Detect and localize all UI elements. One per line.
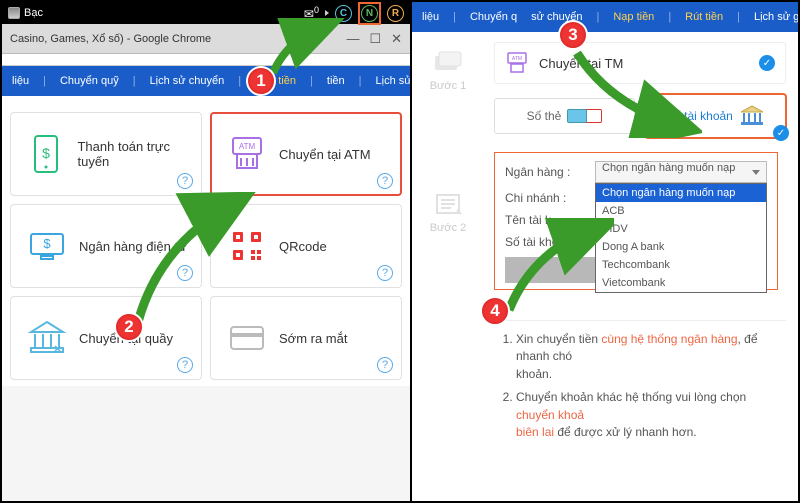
help-icon[interactable]: ?: [377, 265, 393, 281]
chrome-tab-title: Casino, Games, Xổ số) - Google Chrome: [10, 33, 211, 45]
dropdown-option[interactable]: BIDV: [596, 220, 766, 238]
bank-select-value: Chọn ngân hàng muốn nạp: [602, 162, 735, 174]
arrow-3: [572, 48, 702, 138]
annotation-2: 2: [114, 312, 144, 342]
help-icon[interactable]: ?: [177, 357, 193, 373]
label-branch: Chi nhánh :: [505, 191, 595, 205]
dropdown-option[interactable]: Vietcombank: [596, 274, 766, 292]
highlight-n: N: [358, 2, 381, 25]
card-atm-transfer[interactable]: ATM Chuyển tại ATM ?: [210, 112, 402, 196]
nav-item[interactable]: Lịch sử giao dịch: [376, 75, 410, 87]
opt-label: Số thẻ: [527, 109, 562, 123]
arrow-1: [268, 18, 348, 78]
atm-mini-icon: ATM: [505, 51, 529, 75]
check-icon: ✓: [773, 125, 789, 141]
step-1: Bước 1: [412, 32, 484, 106]
card-title: Sớm ra mắt: [279, 331, 347, 346]
annotation-1: 1: [246, 66, 276, 96]
nav-item[interactable]: Chuyển quỹ: [60, 75, 119, 87]
chrome-tab-bar: Casino, Games, Xổ số) - Google Chrome — …: [2, 24, 410, 54]
bank-dropdown: Chọn ngân hàng muốn nạp ACB BIDV Dong A …: [595, 183, 767, 293]
note-item: Chuyển khoản khác hệ thống vui lòng chọn…: [516, 389, 778, 441]
header-bar: Bạc ✉0 C N R: [2, 2, 410, 24]
max-button[interactable]: ☐: [369, 31, 381, 47]
bank-icon: [25, 316, 69, 360]
card-title: Thanh toán trực tuyến: [77, 139, 201, 169]
dropdown-option[interactable]: ACB: [596, 202, 766, 220]
nav-item[interactable]: Lịch sử gi: [754, 11, 798, 23]
bank-select[interactable]: Chọn ngân hàng muốn nạp: [595, 161, 767, 183]
dropdown-option[interactable]: Dong A bank: [596, 238, 766, 256]
annotation-4: 4: [480, 296, 510, 326]
card-title: QRcode: [279, 239, 327, 254]
atm-icon: ATM: [225, 132, 269, 176]
tier-icon: [8, 7, 20, 19]
dropdown-icon: [752, 170, 760, 175]
step-label: Bước 1: [430, 80, 467, 92]
note-item: Xin chuyển tiền cùng hệ thống ngân hàng,…: [516, 331, 778, 383]
nav-item[interactable]: Rút tiền: [685, 11, 723, 23]
step-label: Bước 2: [430, 222, 467, 234]
nav-item[interactable]: Lịch sử chuyển: [150, 75, 225, 87]
svg-text:$: $: [42, 145, 50, 161]
arrow-2: [130, 192, 260, 332]
tier-label: Bạc: [24, 7, 43, 19]
badge-n[interactable]: N: [361, 5, 378, 22]
help-icon[interactable]: ?: [377, 173, 393, 189]
caret-icon: [325, 10, 329, 16]
arrow-4: [504, 218, 614, 318]
card-title: Chuyển tại ATM: [279, 147, 371, 162]
svg-text:ATM: ATM: [239, 142, 256, 151]
online-pay-icon: $: [25, 132, 67, 176]
nav-item[interactable]: Chuyển q: [470, 11, 517, 23]
dropdown-option[interactable]: Techcombank: [596, 256, 766, 274]
help-icon[interactable]: ?: [377, 357, 393, 373]
annotation-3: 3: [558, 20, 588, 50]
badge-r[interactable]: R: [387, 5, 404, 22]
ibank-icon: $: [25, 224, 69, 268]
nav-left: liệu| Chuyển quỹ| Lịch sử chuyển| Nạp ti…: [2, 66, 410, 96]
nav-item[interactable]: liệu: [422, 11, 439, 23]
svg-text:$: $: [43, 236, 51, 251]
label-bank: Ngân hàng :: [505, 165, 595, 179]
svg-text:ATM: ATM: [512, 56, 522, 62]
check-icon: ✓: [759, 55, 775, 71]
close-button[interactable]: ✕: [391, 31, 402, 47]
nav-item-active[interactable]: Nạp tiền: [613, 11, 654, 23]
nav-item[interactable]: liệu: [12, 75, 29, 87]
min-button[interactable]: —: [346, 31, 359, 47]
help-icon[interactable]: ?: [177, 173, 193, 189]
card-online-payment[interactable]: $ Thanh toán trực tuyến ?: [10, 112, 202, 196]
step-2: Bước 2: [412, 174, 484, 248]
note-list: Xin chuyển tiền cùng hệ thống ngân hàng,…: [494, 331, 786, 447]
nav-right: liệu| Chuyển q sử chuyển| Nạp tiền| Rút …: [412, 2, 798, 32]
step-column: Bước 1 Bước 2: [412, 32, 484, 501]
bank-mini-icon: [739, 105, 765, 127]
dropdown-option[interactable]: Chọn ngân hàng muốn nạp: [596, 184, 766, 202]
